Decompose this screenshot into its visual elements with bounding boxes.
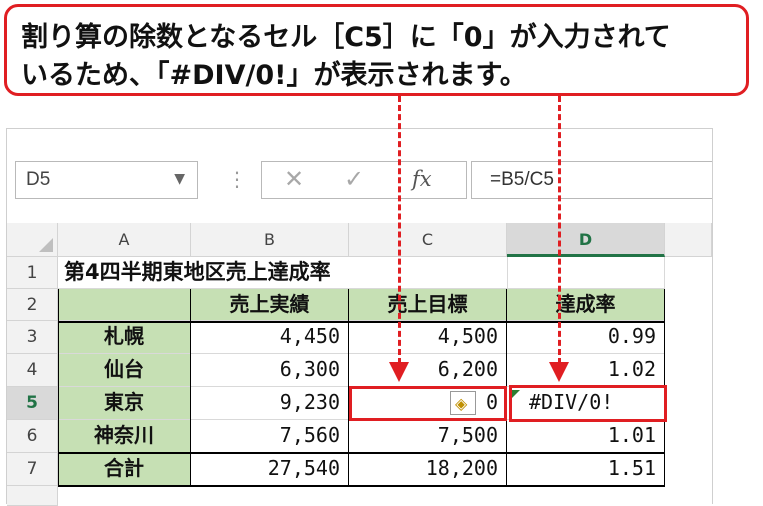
row-label-total[interactable]: 合計	[58, 453, 191, 486]
error-warning-icon[interactable]: ◈	[450, 391, 476, 415]
header-sales-actual[interactable]: 売上実績	[191, 289, 349, 321]
cell-c3[interactable]: 4,500	[349, 321, 507, 354]
row-header-1[interactable]: 1	[7, 257, 58, 289]
cell-d6[interactable]: 1.01	[507, 420, 665, 453]
table-border-bottom	[58, 485, 665, 487]
table-border-left	[58, 289, 59, 486]
callout-text-line1: 割り算の除数となるセル［C5］に「0」が入力されて	[21, 22, 671, 53]
enter-check-icon[interactable]: ✓	[344, 165, 364, 193]
arrow-to-c5-line	[398, 96, 401, 364]
row-label-sapporo[interactable]: 札幌	[58, 321, 191, 354]
row-header-8[interactable]	[7, 486, 58, 506]
formula-value: =B5/C5	[490, 169, 554, 190]
table-border-col-a	[190, 289, 191, 486]
formula-buttons: ✕ ✓ fx	[261, 161, 467, 199]
cell-b6[interactable]: 7,560	[191, 420, 349, 453]
cell-b7[interactable]: 27,540	[191, 453, 349, 486]
name-box[interactable]: D5 ▼	[15, 161, 198, 199]
cell-a2[interactable]	[58, 289, 191, 321]
cell-d4[interactable]: 1.02	[507, 354, 665, 387]
name-box-value: D5	[26, 169, 51, 190]
error-indicator-icon	[512, 390, 520, 398]
row-header-2[interactable]: 2	[7, 289, 58, 321]
cell-c7[interactable]: 18,200	[349, 453, 507, 486]
row-label-kanagawa[interactable]: 神奈川	[58, 420, 191, 453]
callout-box: 割り算の除数となるセル［C5］に「0」が入力されて いるため、「#DIV/0!」…	[4, 4, 749, 96]
cell-c6[interactable]: 7,500	[349, 420, 507, 453]
select-all-corner[interactable]	[7, 223, 58, 257]
column-header-d[interactable]: D	[507, 223, 665, 257]
insert-function-icon[interactable]: fx	[412, 167, 432, 191]
header-achievement-rate[interactable]: 達成率	[507, 289, 665, 321]
title-cell[interactable]: 第4四半期東地区売上達成率	[58, 257, 507, 289]
select-all-icon	[39, 238, 53, 252]
chevron-down-icon[interactable]: ▼	[174, 171, 185, 187]
arrow-to-d5-line	[558, 96, 561, 364]
row-header-3[interactable]: 3	[7, 321, 58, 354]
formula-bar: D5 ▼ ⋮ ✕ ✓ fx =B5/C5	[7, 129, 712, 199]
highlight-c5	[349, 386, 507, 421]
column-header-c[interactable]: C	[349, 223, 507, 257]
column-header-b[interactable]: B	[191, 223, 349, 257]
row-header-6[interactable]: 6	[7, 420, 58, 453]
row-label-tokyo[interactable]: 東京	[58, 387, 191, 420]
excel-window: D5 ▼ ⋮ ✕ ✓ fx =B5/C5 A B C D 1 2 3 4 5 6…	[6, 128, 713, 506]
cell-d1[interactable]	[507, 257, 665, 289]
column-header-e[interactable]	[665, 223, 712, 257]
formula-input[interactable]: =B5/C5	[471, 161, 712, 199]
cell-c4[interactable]: 6,200	[349, 354, 507, 387]
callout-text-line2: いるため、「#DIV/0!」が表示されます。	[21, 60, 527, 91]
cell-b3[interactable]: 4,450	[191, 321, 349, 354]
table-border-total	[58, 452, 665, 454]
row-header-7[interactable]: 7	[7, 453, 58, 486]
table-border-top	[58, 321, 665, 323]
highlight-d5	[509, 385, 667, 422]
row-label-sendai[interactable]: 仙台	[58, 354, 191, 387]
cell-b5[interactable]: 9,230	[191, 387, 349, 420]
row-header-5[interactable]: 5	[7, 387, 58, 420]
cell-d7[interactable]: 1.51	[507, 453, 665, 486]
cancel-icon[interactable]: ✕	[284, 165, 304, 193]
arrow-to-c5-head	[389, 362, 409, 382]
cell-d3[interactable]: 0.99	[507, 321, 665, 354]
formula-bar-grip-icon[interactable]: ⋮	[227, 167, 247, 191]
arrow-to-d5-head	[549, 362, 569, 382]
header-sales-target[interactable]: 売上目標	[349, 289, 507, 321]
row-header-4[interactable]: 4	[7, 354, 58, 387]
column-header-a[interactable]: A	[58, 223, 191, 257]
cell-b4[interactable]: 6,300	[191, 354, 349, 387]
